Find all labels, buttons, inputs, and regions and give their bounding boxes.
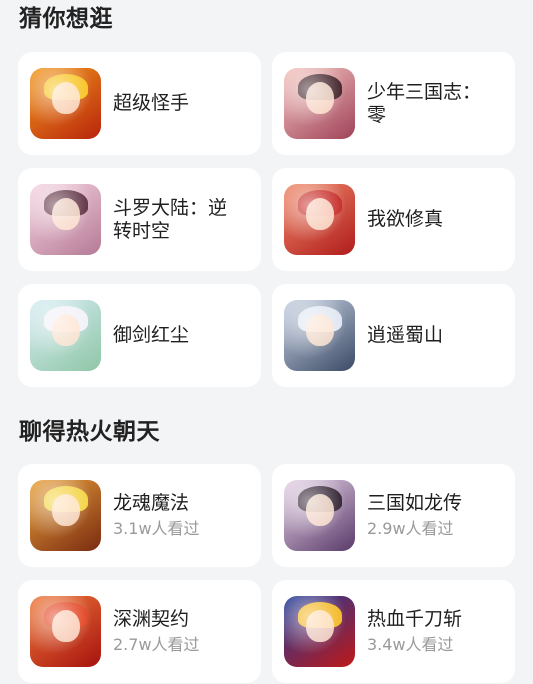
section-title-guess: 猜你想逛 [19, 6, 113, 32]
view-count: 2.7w人看过 [113, 635, 200, 654]
game-icon [30, 596, 101, 667]
game-info: 少年三国志：零 [367, 81, 497, 127]
icon-shine [30, 300, 101, 371]
icon-shine [30, 480, 101, 551]
icon-shine [284, 300, 355, 371]
game-title: 斗罗大陆：逆转时空 [113, 196, 228, 242]
view-count: 3.1w人看过 [113, 519, 200, 538]
game-title: 龙魂魔法 [113, 492, 190, 514]
view-count: 3.4w人看过 [367, 635, 454, 654]
game-title: 热血千刀斩 [367, 608, 463, 630]
icon-shine [30, 184, 101, 255]
game-title: 超级怪手 [113, 92, 190, 114]
game-card[interactable]: 斗罗大陆：逆转时空 [18, 168, 261, 271]
game-icon [30, 300, 101, 371]
game-card[interactable]: 逍遥蜀山 [272, 284, 515, 387]
game-icon [284, 68, 355, 139]
game-card[interactable]: 我欲修真 [272, 168, 515, 271]
icon-shine [284, 184, 355, 255]
icon-shine [30, 68, 101, 139]
game-title: 少年三国志：零 [367, 80, 482, 126]
game-card[interactable]: 三国如龙传 2.9w人看过 [272, 464, 515, 567]
icon-shine [284, 480, 355, 551]
section-title-hot: 聊得热火朝天 [19, 419, 160, 445]
guess-grid: 超级怪手 少年三国志：零斗罗大陆：逆转时空 我欲修真御剑红尘 逍遥蜀山 [18, 52, 515, 387]
game-title: 三国如龙传 [367, 492, 463, 514]
game-info: 逍遥蜀山 [367, 324, 443, 347]
game-icon [284, 596, 355, 667]
game-info: 龙魂魔法 3.1w人看过 [113, 492, 200, 539]
hot-grid: 龙魂魔法 3.1w人看过 三国如龙传 2.9w人看过深渊契约 2.7w人看过 热血千刀斩 3… [18, 464, 515, 683]
game-info: 我欲修真 [367, 208, 443, 231]
game-info: 超级怪手 [113, 92, 189, 115]
game-icon [284, 480, 355, 551]
game-title: 深渊契约 [113, 608, 190, 630]
game-card[interactable]: 深渊契约 2.7w人看过 [18, 580, 261, 683]
game-card[interactable]: 超级怪手 [18, 52, 261, 155]
game-icon [30, 480, 101, 551]
icon-shine [284, 596, 355, 667]
game-title: 逍遥蜀山 [367, 324, 444, 346]
game-info: 三国如龙传 2.9w人看过 [367, 492, 462, 539]
game-card[interactable]: 少年三国志：零 [272, 52, 515, 155]
icon-shine [30, 596, 101, 667]
game-icon [30, 184, 101, 255]
game-icon [284, 184, 355, 255]
game-icon [284, 300, 355, 371]
game-icon [30, 68, 101, 139]
game-card[interactable]: 龙魂魔法 3.1w人看过 [18, 464, 261, 567]
game-card[interactable]: 御剑红尘 [18, 284, 261, 387]
game-info: 热血千刀斩 3.4w人看过 [367, 608, 462, 655]
game-card[interactable]: 热血千刀斩 3.4w人看过 [272, 580, 515, 683]
game-title: 御剑红尘 [113, 324, 190, 346]
game-info: 深渊契约 2.7w人看过 [113, 608, 200, 655]
view-count: 2.9w人看过 [367, 519, 454, 538]
game-info: 斗罗大陆：逆转时空 [113, 197, 243, 243]
game-title: 我欲修真 [367, 208, 444, 230]
game-info: 御剑红尘 [113, 324, 189, 347]
icon-shine [284, 68, 355, 139]
